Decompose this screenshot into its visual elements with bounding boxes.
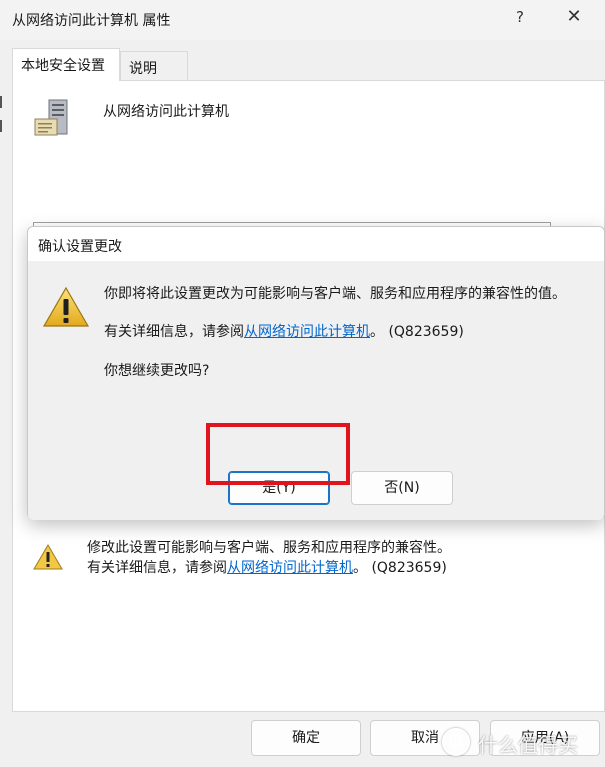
dialog-title: 确认设置更改: [38, 239, 122, 255]
dialog-message-info-prefix: 有关详细信息，请参阅: [104, 324, 244, 340]
watermark-text: 什么值得买: [478, 733, 578, 757]
dialog-message-info-suffix: 。 (Q823659): [370, 324, 464, 340]
watermark: 值 什么值得买: [440, 726, 600, 758]
help-link[interactable]: 从网络访问此计算机: [227, 560, 353, 576]
tab-local-security-setting[interactable]: 本地安全设置: [12, 48, 120, 81]
no-button[interactable]: 否(N): [351, 471, 453, 505]
help-button[interactable]: ?: [505, 8, 535, 32]
highlight-box: [206, 423, 350, 485]
ok-button[interactable]: 确定: [251, 720, 361, 756]
title-bar: 从网络访问此计算机 属性 ? ✕: [0, 0, 605, 40]
server-icon: [34, 99, 68, 136]
dialog-message-question: 你想继续更改吗?: [104, 363, 210, 379]
dialog-help-link[interactable]: 从网络访问此计算机: [244, 324, 370, 340]
dialog-message-change: 你即将将此设置更改为可能影响与客户端、服务和应用程序的兼容性的值。: [104, 286, 566, 302]
warning-icon: [33, 544, 63, 570]
window-edge-marks: [0, 96, 2, 132]
policy-name: 从网络访问此计算机: [103, 104, 229, 120]
warning-line-2-suffix: 。 (Q823659): [353, 560, 447, 576]
warning-line-1: 修改此设置可能影响与客户端、服务和应用程序的兼容性。: [87, 540, 451, 556]
close-button[interactable]: ✕: [556, 6, 592, 34]
warning-line-2-prefix: 有关详细信息，请参阅: [87, 560, 227, 576]
warning-icon: [42, 286, 90, 327]
dialog-title-bar: 确认设置更改: [28, 227, 604, 261]
watermark-logo: 值: [442, 728, 470, 756]
warning-line-2: 有关详细信息，请参阅从网络访问此计算机。 (Q823659): [87, 558, 451, 578]
window-title: 从网络访问此计算机 属性: [12, 13, 171, 29]
dialog-message-info: 有关详细信息，请参阅从网络访问此计算机。 (Q823659): [104, 321, 464, 341]
confirm-dialog: 确认设置更改 你即将将此设置更改为可能影响与客户端、服务和应用程序的兼容性的值。…: [27, 226, 605, 520]
tab-explain[interactable]: 说明: [120, 51, 188, 80]
compatibility-warning: 修改此设置可能影响与客户端、服务和应用程序的兼容性。 有关详细信息，请参阅从网络…: [87, 538, 451, 578]
